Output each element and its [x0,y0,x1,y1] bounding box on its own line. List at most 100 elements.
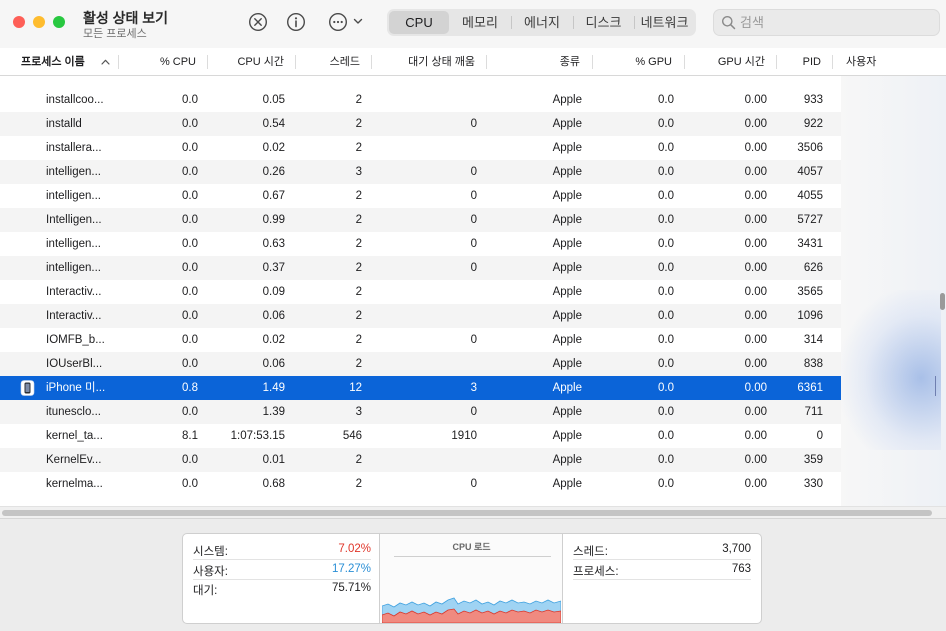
column-header-cpu[interactable]: % CPU [122,48,196,76]
cell-threads: 2 [355,358,362,370]
column-header-process-name[interactable]: 프로세스 이름 [21,48,101,76]
column-separator [118,55,119,69]
cell-threads: 2 [355,142,362,154]
cell-threads: 546 [342,430,362,442]
iphone-mirroring-app-icon [20,380,35,396]
cell-gpu-time: 0.00 [744,430,767,442]
chevron-down-icon[interactable] [352,15,364,27]
table-row[interactable]: intelligen... 0.0 0.26 3 0 Apple 0.0 0.00 4057 [0,160,841,184]
table-row[interactable]: IOMFB_b... 0.0 0.02 2 0 Apple 0.0 0.00 314 [0,328,841,352]
cell-pid: 359 [803,454,823,466]
stop-process-icon[interactable] [248,12,268,32]
cell-threads: 2 [355,118,362,130]
table-row[interactable]: kernelma... 0.0 0.68 2 0 Apple 0.0 0.00 330 [0,472,841,496]
table-row[interactable]: IOUserBl... 0.0 0.06 2 Apple 0.0 0.00 838 [0,352,841,376]
cell-pid: 4057 [797,166,823,178]
column-separator [592,55,593,69]
cell-gpu-time: 0.00 [744,166,767,178]
info-icon[interactable] [286,12,306,32]
sort-ascending-icon[interactable] [101,59,110,65]
cell-kind: Apple [552,190,582,202]
cell-cpu-time: 0.99 [262,214,285,226]
column-header-gpu-time[interactable]: GPU 시간 [687,48,765,76]
cell-kind: Apple [552,334,582,346]
table-row-partial[interactable] [0,76,841,88]
cell-pid: 314 [803,334,823,346]
cell-cpu: 0.0 [182,454,198,466]
cell-threads: 2 [355,286,362,298]
cell-gpu: 0.0 [658,190,674,202]
table-row[interactable]: Interactiv... 0.0 0.06 2 Apple 0.0 0.00 1096 [0,304,841,328]
cell-pid: 4055 [797,190,823,202]
table-row[interactable]: installd 0.0 0.54 2 0 Apple 0.0 0.00 922 [0,112,841,136]
threads-count-value: 3,700 [722,543,751,555]
search-field[interactable] [713,9,940,36]
cell-pid: 330 [803,478,823,490]
cell-threads: 2 [355,262,362,274]
table-row[interactable]: installera... 0.0 0.02 2 Apple 0.0 0.00 3506 [0,136,841,160]
horizontal-scrollbar[interactable] [0,506,946,518]
table-row[interactable]: intelligen... 0.0 0.67 2 0 Apple 0.0 0.00 4055 [0,184,841,208]
cell-gpu: 0.0 [658,238,674,250]
user-cpu-row: 사용자: 17.27% [193,560,371,580]
cell-cpu: 0.0 [182,286,198,298]
background-glow [841,290,941,450]
cell-kind: Apple [552,382,582,394]
cell-pid: 0 [816,430,823,442]
minimize-window-button[interactable] [33,16,45,28]
table-row[interactable]: Intelligen... 0.0 0.99 2 0 Apple 0.0 0.00 5727 [0,208,841,232]
cell-name: installera... [46,142,102,154]
table-row[interactable]: Interactiv... 0.0 0.09 2 Apple 0.0 0.00 3565 [0,280,841,304]
cell-cpu-time: 0.26 [262,166,285,178]
tab-energy[interactable]: 에너지 [512,11,572,34]
column-header-user[interactable]: 사용자 [846,48,906,76]
more-actions-icon[interactable] [328,12,348,32]
table-row[interactable]: iPhone 미... 0.8 1.49 12 3 Apple 0.0 0.00 6361 [0,376,841,400]
cell-gpu: 0.0 [658,262,674,274]
table-row[interactable]: KernelEv... 0.0 0.01 2 Apple 0.0 0.00 359 [0,448,841,472]
search-input[interactable] [740,13,930,32]
table-row-partial[interactable] [0,496,841,506]
cell-name: itunesclo... [46,406,101,418]
summary-panel: 시스템: 7.02% 사용자: 17.27% 대기: 75.71% CPU 로드… [0,518,946,631]
table-row[interactable]: intelligen... 0.0 0.37 2 0 Apple 0.0 0.00 626 [0,256,841,280]
cell-kind: Apple [552,166,582,178]
column-header-kind[interactable]: 종류 [490,48,580,76]
cell-cpu: 0.0 [182,142,198,154]
processes-count-value: 763 [731,563,751,575]
close-window-button[interactable] [13,16,25,28]
column-header-idle-wakeups[interactable]: 대기 상태 깨움 [374,48,475,76]
cell-gpu: 0.0 [658,94,674,106]
column-header-pid[interactable]: PID [779,48,821,76]
column-separator [371,55,372,69]
cell-threads: 2 [355,478,362,490]
tab-network[interactable]: 네트워크 [635,11,694,34]
vertical-scrollbar[interactable] [940,293,945,310]
cell-gpu: 0.0 [658,118,674,130]
cell-threads: 3 [355,406,362,418]
column-header-threads[interactable]: 스레드 [298,48,360,76]
cell-gpu: 0.0 [658,478,674,490]
cell-gpu-time: 0.00 [744,310,767,322]
cell-name: intelligen... [46,166,101,178]
table-row[interactable]: installcoo... 0.0 0.05 2 Apple 0.0 0.00 933 [0,88,841,112]
tab-memory[interactable]: 메모리 [450,11,510,34]
cell-gpu-time: 0.00 [744,478,767,490]
cell-threads: 2 [355,334,362,346]
column-header-cpu-time[interactable]: CPU 시간 [210,48,284,76]
cell-gpu: 0.0 [658,310,674,322]
cell-gpu-time: 0.00 [744,94,767,106]
horizontal-scrollbar-thumb[interactable] [2,510,932,516]
column-header-gpu[interactable]: % GPU [595,48,672,76]
table-row[interactable]: kernel_ta... 8.1 1:07:53.15 546 1910 Apple 0.0… [0,424,841,448]
cell-cpu: 0.0 [182,238,198,250]
tab-cpu[interactable]: CPU [389,11,449,34]
table-row[interactable]: intelligen... 0.0 0.63 2 0 Apple 0.0 0.00 3431 [0,232,841,256]
cell-threads: 2 [355,94,362,106]
zoom-window-button[interactable] [53,16,65,28]
table-row[interactable]: itunesclo... 0.0 1.39 3 0 Apple 0.0 0.00 711 [0,400,841,424]
threads-count-label: 스레드: [573,546,608,558]
tab-disk[interactable]: 디스크 [574,11,633,34]
cell-gpu-time: 0.00 [744,118,767,130]
search-icon [721,15,736,30]
